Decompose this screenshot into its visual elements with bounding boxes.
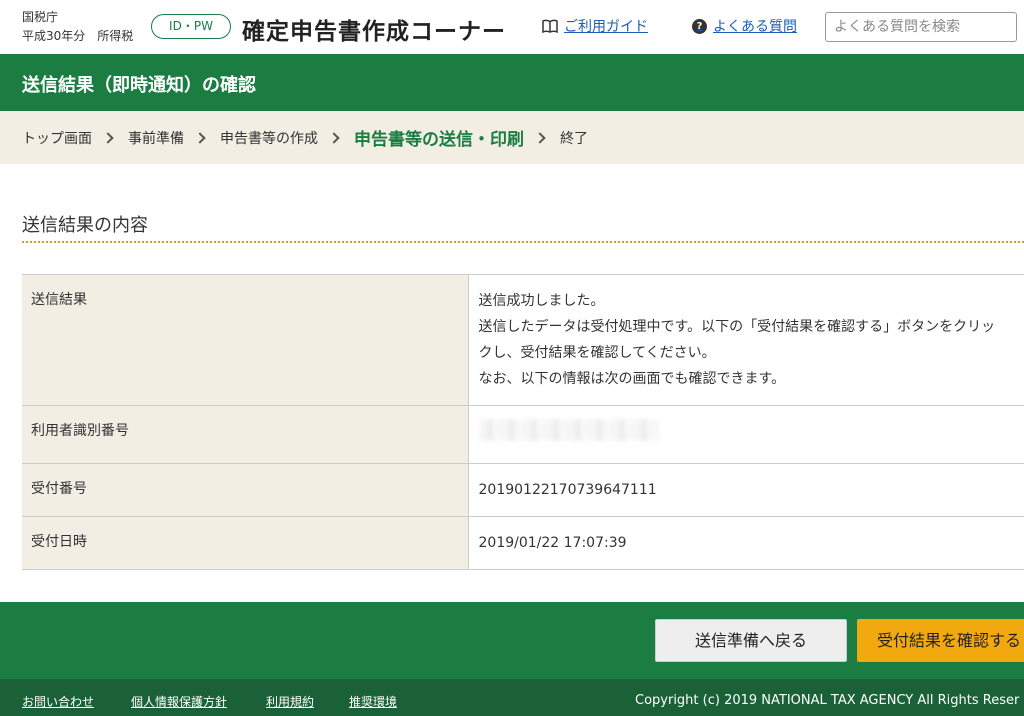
tax-year-label: 平成30年分 所得税 bbox=[22, 29, 134, 43]
send-result-message: 送信成功しました。 送信したデータは受付処理中です。以下の「受付結果を確認する」… bbox=[468, 274, 1024, 406]
agency-name: 国税庁 bbox=[22, 10, 59, 24]
faq-link[interactable]: ? よくある質問 bbox=[692, 16, 797, 36]
page-title: 送信結果（即時通知）の確認 bbox=[22, 75, 256, 96]
site-footer: お問い合わせ 個人情報保護方針 利用規約 推奨環境 Copyright (c) … bbox=[0, 679, 1024, 716]
back-to-send-prep-button[interactable]: 送信準備へ戻る bbox=[655, 619, 847, 662]
row-label-send-result: 送信結果 bbox=[22, 274, 469, 406]
result-table: 送信結果 送信成功しました。 送信したデータは受付処理中です。以下の「受付結果を… bbox=[22, 274, 1024, 570]
question-circle-icon: ? bbox=[692, 18, 707, 34]
table-row: 受付日時 2019/01/22 17:07:39 bbox=[22, 516, 1024, 570]
message-line: クし、受付結果を確認してください。 bbox=[478, 345, 716, 361]
footer-link-environment[interactable]: 推奨環境 bbox=[349, 693, 397, 710]
message-line: 送信したデータは受付処理中です。以下の「受付結果を確認する」ボタンをクリッ bbox=[478, 319, 996, 335]
chevron-right-icon bbox=[328, 131, 340, 144]
site-title[interactable]: 確定申告書作成コーナー bbox=[242, 12, 506, 46]
book-icon bbox=[542, 19, 558, 33]
table-row: 利用者識別番号 bbox=[22, 405, 1024, 464]
row-label-receipt-number: 受付番号 bbox=[22, 463, 469, 517]
faq-link-label: よくある質問 bbox=[713, 19, 797, 35]
agency-info: 国税庁 平成30年分 所得税 bbox=[22, 8, 133, 46]
breadcrumb-item-create: 申告書等の作成 bbox=[220, 130, 318, 147]
guide-link[interactable]: ご利用ガイド bbox=[542, 16, 648, 36]
breadcrumb-item-preparation: 事前準備 bbox=[128, 130, 184, 147]
user-id-value bbox=[468, 405, 1024, 464]
faq-search-input[interactable] bbox=[825, 12, 1017, 42]
message-line: 送信成功しました。 bbox=[478, 293, 605, 309]
row-label-user-id: 利用者識別番号 bbox=[22, 405, 469, 464]
section-title: 送信結果の内容 bbox=[22, 215, 148, 236]
chevron-right-icon bbox=[102, 131, 114, 144]
row-label-receipt-datetime: 受付日時 bbox=[22, 516, 469, 570]
footer-link-privacy[interactable]: 個人情報保護方針 bbox=[131, 693, 227, 710]
site-header: 国税庁 平成30年分 所得税 ID・PW 確定申告書作成コーナー ご利用ガイド … bbox=[0, 0, 1024, 54]
copyright-text: Copyright (c) 2019 NATIONAL TAX AGENCY A… bbox=[635, 693, 1020, 708]
breadcrumb-item-finish: 終了 bbox=[560, 130, 588, 147]
receipt-datetime-value: 2019/01/22 17:07:39 bbox=[468, 516, 1024, 570]
footer-link-contact[interactable]: お問い合わせ bbox=[22, 693, 94, 710]
table-row: 受付番号 20190122170739647111 bbox=[22, 463, 1024, 517]
breadcrumb-item-send-print: 申告書等の送信・印刷 bbox=[354, 130, 524, 150]
guide-link-label: ご利用ガイド bbox=[564, 19, 648, 35]
table-row: 送信結果 送信成功しました。 送信したデータは受付処理中です。以下の「受付結果を… bbox=[22, 274, 1024, 406]
action-bar: 送信準備へ戻る 受付結果を確認する bbox=[0, 602, 1024, 679]
id-pw-badge: ID・PW bbox=[151, 14, 231, 39]
redacted-user-id bbox=[478, 419, 659, 441]
breadcrumb: トップ画面 事前準備 申告書等の作成 申告書等の送信・印刷 終了 bbox=[0, 111, 1024, 164]
chevron-right-icon bbox=[194, 131, 206, 144]
breadcrumb-item-top: トップ画面 bbox=[22, 130, 92, 147]
receipt-number-value: 20190122170739647111 bbox=[468, 463, 1024, 517]
section-divider bbox=[22, 241, 1024, 243]
confirm-receipt-result-button[interactable]: 受付結果を確認する bbox=[857, 619, 1024, 662]
page-header: 送信結果（即時通知）の確認 bbox=[0, 54, 1024, 111]
chevron-right-icon bbox=[534, 131, 546, 144]
footer-link-terms[interactable]: 利用規約 bbox=[266, 693, 314, 710]
message-line: なお、以下の情報は次の画面でも確認できます。 bbox=[478, 371, 786, 387]
